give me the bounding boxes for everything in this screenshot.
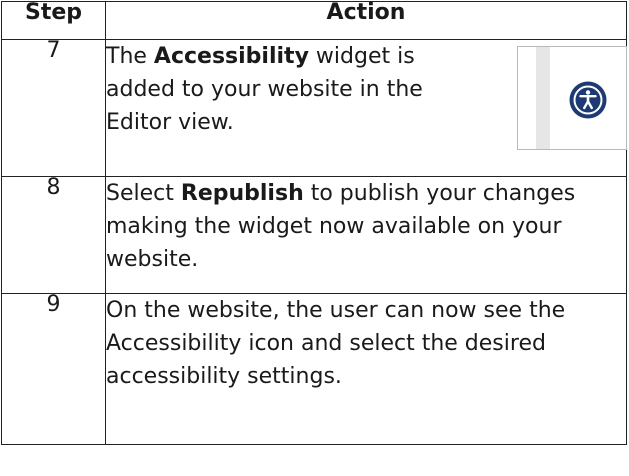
action-cell: On the website, the user can now see the… [105,293,627,445]
step-column-header: Step [1,1,106,40]
accessibility-icon [569,81,607,119]
action-text-part: The [106,44,154,69]
action-text-part: Select [106,181,181,206]
action-text: The Accessibility widget is added to you… [106,40,446,139]
action-cell: Select Republish to publish your changes… [105,176,627,294]
step-number: 9 [1,293,106,445]
republish-emphasis: Republish [180,181,304,206]
table-row: 7 The Accessibility widget is added to y… [1,39,627,177]
accessibility-emphasis: Accessibility [153,44,309,69]
table-row: 8 Select Republish to publish your chang… [1,176,627,294]
step-number: 7 [1,39,106,177]
action-cell: The Accessibility widget is added to you… [105,39,627,177]
step-number: 8 [1,176,106,294]
editor-sidebar-strip [536,47,550,149]
table-row: 9 On the website, the user can now see t… [1,293,627,445]
widget-screenshot [517,46,627,150]
action-text-part: On the website, the user can now see the… [106,298,566,389]
table-header-row: Step Action [1,1,627,40]
action-column-header: Action [105,1,627,40]
steps-table: Step Action 7 The Accessibility widget i… [1,1,627,445]
